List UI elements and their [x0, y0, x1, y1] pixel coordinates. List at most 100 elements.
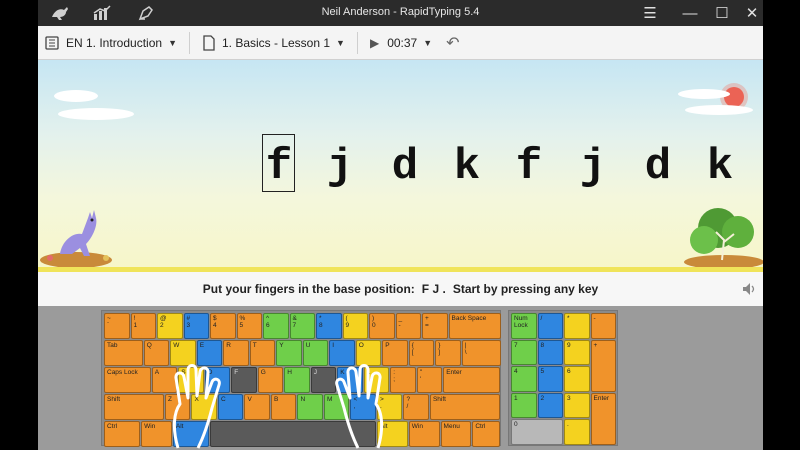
key-label: Caps Lock — [107, 369, 138, 376]
key-label: ^ — [266, 315, 270, 322]
key-label: Y — [279, 342, 284, 349]
key-i: I — [329, 340, 355, 366]
key-*: * 8 — [316, 313, 342, 339]
exercise-letter: k — [706, 142, 734, 192]
key-label: ) — [372, 315, 375, 322]
key-sublabel: ; — [393, 376, 395, 383]
key-r: R — [223, 340, 249, 366]
numpad-key: 6 — [564, 366, 590, 392]
key-j: J — [310, 367, 337, 393]
key-label: Ctrl — [107, 423, 118, 430]
numpad-key: 3 — [564, 392, 590, 418]
key-label: U — [305, 342, 311, 349]
key-k: K — [337, 367, 363, 393]
numpad-key: 4 — [511, 366, 537, 392]
key-label: 3 — [567, 394, 571, 402]
numpad-key: 7 — [511, 339, 537, 365]
key-label: D — [207, 369, 213, 376]
title-bar: Neil Anderson - RapidTyping 5.4 ☰ — ☐ ✕ — [38, 0, 763, 26]
exercise-letter: j — [579, 142, 607, 192]
key-sublabel: 8 — [319, 322, 323, 329]
key-label: G — [260, 369, 266, 376]
lesson-label: 1. Basics - Lesson 1 — [221, 35, 331, 50]
key-sublabel: 9 — [345, 322, 350, 329]
numpad-key: + — [590, 339, 616, 392]
key-label: 9 — [567, 341, 571, 349]
play-button[interactable]: ▶ — [366, 26, 383, 59]
key-label: P — [385, 342, 390, 349]
key-&: & 7 — [289, 313, 315, 339]
key-label: 8 — [540, 341, 545, 349]
key-label: Z — [167, 396, 172, 403]
key-label: . — [567, 421, 569, 428]
exercise-letter: f — [515, 142, 543, 192]
key-win: Win — [408, 421, 440, 447]
key-}: }] — [435, 340, 461, 366]
key-^: ^ 6 — [263, 313, 289, 339]
key-sublabel: 7 — [292, 322, 297, 329]
key-label: N — [300, 396, 306, 403]
key-sublabel: . — [379, 403, 382, 410]
numpad-key: 0 — [511, 419, 563, 445]
app-frame: Neil Anderson - RapidTyping 5.4 ☰ — ☐ ✕ … — [0, 0, 800, 450]
key-$: $4 — [210, 313, 236, 339]
exercise-letter: d — [391, 142, 419, 192]
key-menu: Menu — [440, 421, 472, 447]
key-label: I — [332, 342, 335, 349]
key-label: Tab — [107, 342, 118, 349]
key-label: - — [593, 315, 596, 322]
timer-value: 00:37 — [387, 35, 418, 50]
key-label: B — [273, 396, 279, 403]
undo-icon: ↶ — [446, 34, 460, 52]
key-b: B — [270, 394, 297, 420]
key-label: L — [366, 369, 371, 376]
key-caps-lock: Caps Lock — [104, 367, 151, 393]
key-label: Enter — [446, 369, 462, 376]
exercise-letter: d — [644, 142, 672, 192]
key-sublabel: = — [425, 322, 429, 329]
key-label: Q — [146, 342, 152, 349]
key-label: Alt — [175, 423, 184, 430]
key-f: F — [231, 367, 257, 393]
undo-button[interactable]: ↶ — [436, 26, 463, 59]
course-selector[interactable]: EN 1. Introduction ▼ — [38, 26, 181, 59]
menu-icon[interactable]: ☰ — [636, 0, 664, 26]
key-w: W — [170, 340, 196, 366]
lesson-selector[interactable]: 1. Basics - Lesson 1 ▼ — [198, 26, 349, 59]
key-label: X — [194, 396, 199, 403]
key-sublabel: - — [398, 322, 401, 329]
key-sublabel: 0 — [372, 322, 376, 329]
key-q: Q — [143, 340, 170, 366]
timer-selector[interactable]: 00:37 ▼ — [383, 26, 436, 59]
key-label: : — [393, 369, 395, 376]
key-label: S — [181, 369, 186, 376]
key-label: * — [319, 315, 322, 322]
key-label: K — [340, 369, 345, 376]
numpad-key: 5 — [537, 366, 563, 392]
numpad-key: Num Lock — [511, 313, 537, 339]
speaker-icon[interactable] — [741, 281, 757, 300]
key-label: % — [239, 315, 246, 322]
key-p: P — [382, 340, 408, 366]
numpad-key: 1 — [511, 392, 537, 418]
key-label: H — [287, 369, 292, 376]
maximize-icon[interactable]: ☐ — [708, 0, 736, 26]
key-label: } — [438, 342, 441, 349]
key-label: Win — [411, 423, 423, 430]
minimize-icon[interactable]: — — [676, 0, 704, 26]
key-label: J — [313, 369, 317, 376]
chevron-down-icon: ▼ — [168, 37, 177, 48]
key-sublabel: 2 — [160, 322, 164, 329]
numpad-key: Enter — [590, 392, 616, 445]
key-label: Alt — [379, 423, 388, 430]
key-back-space: Back Space — [448, 313, 501, 339]
key-label: E — [199, 342, 205, 349]
rapidtyping-window: Neil Anderson - RapidTyping 5.4 ☰ — ☐ ✕ … — [38, 0, 763, 450]
key-sublabel: / — [406, 403, 409, 410]
close-icon[interactable]: ✕ — [738, 0, 763, 26]
key-enter: Enter — [443, 367, 501, 393]
key-sublabel: 1 — [133, 322, 138, 329]
exercise-stage: f j d k f j d k — [38, 60, 763, 272]
key-#: #3 — [183, 313, 209, 339]
key-label: Enter — [593, 394, 610, 402]
